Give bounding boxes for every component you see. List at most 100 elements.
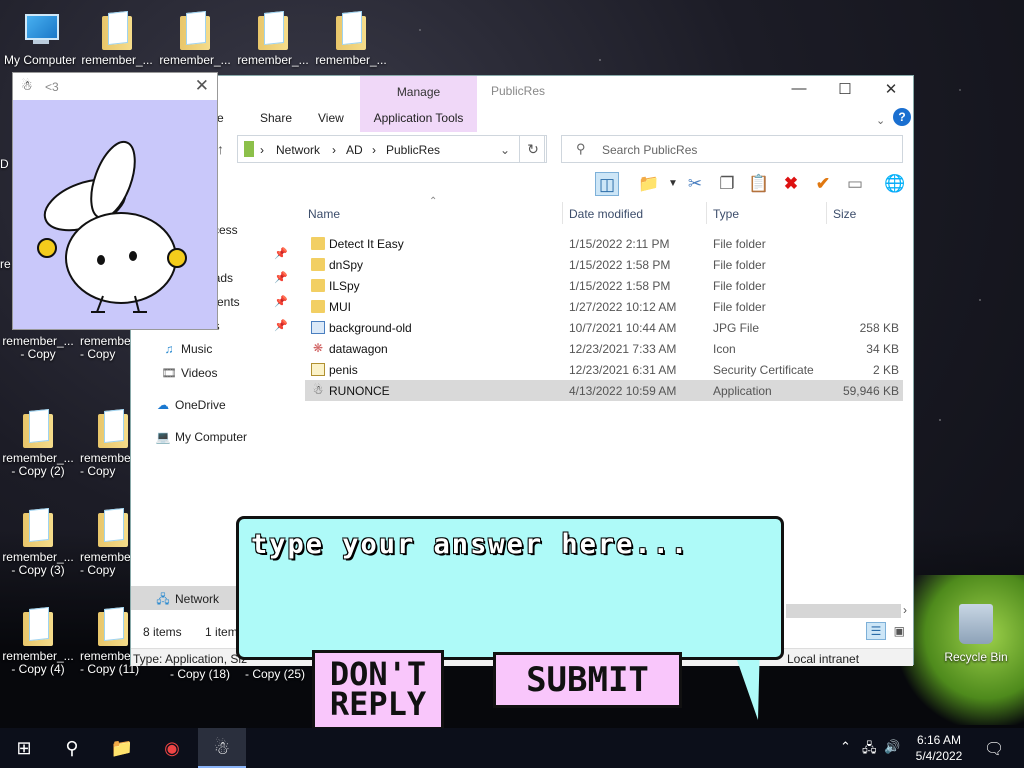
answer-placeholder: type your answer here... [251, 529, 690, 560]
windows-logo-icon: ⊞ [16, 738, 32, 758]
details-view-icon[interactable]: ☰ [866, 622, 886, 640]
system-clock[interactable]: 6:16 AM 5/4/2022 [900, 732, 978, 764]
fragment-label: re [0, 257, 11, 271]
cut-icon[interactable]: ✂ [683, 172, 707, 196]
desktop-icon-label: remember_... [2, 550, 74, 564]
column-divider[interactable] [562, 202, 563, 224]
chevron-down-icon[interactable]: ⌄ [876, 114, 885, 127]
ribbon-tab-manage[interactable]: Manage Application Tools [360, 76, 477, 132]
taskbar-file-explorer[interactable]: 📁 [98, 728, 146, 768]
new-folder-icon[interactable]: 📁 [637, 172, 661, 196]
preview-pane-icon[interactable]: ◫ [595, 172, 619, 196]
file-type: File folder [713, 258, 766, 272]
file-date: 12/23/2021 7:33 AM [569, 342, 677, 356]
file-row[interactable]: ILSpy 1/15/2022 1:58 PM File folder [305, 275, 903, 296]
chevron-up-icon[interactable]: ⌃ [840, 739, 851, 755]
ribbon-tab-view[interactable]: View [318, 111, 344, 125]
ribbon-tab-share[interactable]: Share [260, 111, 292, 125]
search-icon: ⚲ [65, 738, 79, 758]
nav-onedrive[interactable]: ☁ OneDrive [153, 398, 226, 420]
column-header-size[interactable]: Size [833, 207, 856, 221]
desktop-icon-folder[interactable]: remember_... [157, 10, 233, 67]
certificate-icon [311, 363, 325, 376]
search-button[interactable]: ⚲ [48, 728, 96, 768]
column-divider[interactable] [826, 202, 827, 224]
file-row[interactable]: Detect It Easy 1/15/2022 2:11 PM File fo… [305, 233, 903, 254]
clock-date: 5/4/2022 [915, 749, 963, 763]
delete-icon[interactable]: ✖ [779, 172, 803, 196]
file-row[interactable]: MUI 1/27/2022 10:12 AM File folder [305, 296, 903, 317]
file-row[interactable]: ❋ datawagon 12/23/2021 7:33 AM Icon 34 K… [305, 338, 903, 359]
paste-icon[interactable]: 📋 [747, 172, 771, 196]
desktop-icon-folder[interactable]: remember_... - Copy (2) [0, 408, 76, 478]
nav-my-computer[interactable]: 💻 My Computer [153, 430, 248, 452]
desktop-icon-folder[interactable]: - Copy (18) [165, 668, 235, 681]
answer-input-bubble[interactable]: type your answer here... [236, 516, 784, 660]
globe-icon[interactable]: 🌐 [883, 172, 907, 196]
breadcrumb-publicres[interactable]: PublicRes [386, 143, 440, 157]
bunny-titlebar[interactable]: ☃ <3 ✕ [13, 73, 217, 100]
image-file-icon [311, 321, 325, 334]
taskbar: ⊞ ⚲ 📁 ◉ ☃ ⌃ 🖧 🔊 6:16 AM 5/4/2022 🗨 [0, 728, 1024, 768]
help-icon[interactable]: ? [893, 108, 911, 126]
file-size: 258 KB [859, 321, 899, 335]
desktop-icon-folder[interactable]: remember_... [313, 10, 389, 67]
recycle-bin-icon [959, 604, 993, 644]
file-row-selected[interactable]: ☃ RUNONCE 4/13/2022 10:59 AM Application… [305, 380, 903, 401]
start-button[interactable]: ⊞ [0, 728, 48, 768]
volume-icon[interactable]: 🔊 [884, 739, 900, 755]
nav-videos[interactable]: 🎞 Videos [159, 366, 217, 388]
desktop-icon-folder[interactable]: remembe - Copy [80, 335, 131, 361]
address-bar[interactable]: › Network › AD › PublicRes ⌄ [237, 135, 545, 163]
search-input[interactable]: ⚲ Search PublicRes [561, 135, 903, 163]
refresh-button[interactable]: ↻ [519, 135, 547, 163]
dont-reply-button[interactable]: DON'T REPLY [312, 650, 444, 730]
chevron-down-icon[interactable]: ⌄ [500, 143, 510, 157]
desktop-icon-label: remember_... [2, 649, 74, 663]
column-header-type[interactable]: Type [713, 207, 739, 221]
desktop-icon-recycle-bin[interactable]: Recycle Bin [940, 604, 1012, 664]
status-bar: 8 items 1 item [143, 625, 238, 639]
horizontal-scrollbar[interactable] [786, 604, 901, 618]
desktop-icon-folder[interactable]: - Copy (25) [240, 668, 310, 681]
desktop-icon-folder[interactable]: remember_... [79, 10, 155, 67]
desktop-icon-folder[interactable]: remember_... - Copy [0, 335, 76, 361]
submit-button[interactable]: SUBMIT [493, 652, 682, 708]
column-divider[interactable] [706, 202, 707, 224]
column-header-name[interactable]: Name [308, 207, 340, 221]
nav-music[interactable]: ♫ Music [159, 342, 213, 364]
desktop-icon-label: remembe [80, 649, 131, 663]
desktop-icon-folder[interactable]: remember_... - Copy (4) [0, 606, 76, 676]
breadcrumb-ad[interactable]: AD [346, 143, 363, 157]
network-icon[interactable]: 🖧 [862, 739, 877, 761]
chevron-down-icon[interactable]: ▼ [661, 172, 685, 196]
notification-icon[interactable]: 🗨 [984, 739, 1004, 759]
checkmark-icon[interactable]: ✔ [811, 172, 835, 196]
file-row[interactable]: penis 12/23/2021 6:31 AM Security Certif… [305, 359, 903, 380]
rename-icon[interactable]: ▭ [843, 172, 867, 196]
ribbon-tab-application-tools[interactable]: Application Tools [360, 111, 477, 125]
large-icons-view-icon[interactable]: ▣ [889, 623, 909, 641]
copy-icon[interactable]: ❐ [715, 172, 739, 196]
maximize-button[interactable]: ☐ [822, 80, 868, 100]
taskbar-bunny-app[interactable]: ☃ [198, 728, 246, 768]
desktop-icon-folder[interactable]: remember_... [235, 10, 311, 67]
column-header-date-modified[interactable]: Date modified [569, 207, 643, 221]
scroll-right-arrow-icon[interactable]: › [903, 603, 907, 617]
file-name: RUNONCE [329, 384, 390, 398]
desktop-icon-my-computer[interactable]: My Computer [2, 10, 78, 67]
minimize-button[interactable]: — [776, 80, 822, 100]
close-icon[interactable]: ✕ [195, 76, 209, 96]
file-date: 1/15/2022 1:58 PM [569, 279, 671, 293]
desktop-icon-folder[interactable]: remembe - Copy [80, 408, 131, 478]
nav-network[interactable]: 🖧 Network [153, 590, 219, 612]
file-row[interactable]: background-old 10/7/2021 10:44 AM JPG Fi… [305, 317, 903, 338]
breadcrumb-network[interactable]: Network [276, 143, 320, 157]
desktop-icon-folder[interactable]: remember_... - Copy (3) [0, 507, 76, 577]
file-row[interactable]: dnSpy 1/15/2022 1:58 PM File folder [305, 254, 903, 275]
close-button[interactable]: ✕ [868, 80, 914, 100]
taskbar-chrome[interactable]: ◉ [148, 728, 196, 768]
desktop-icon-folder[interactable]: remembe - Copy [80, 507, 131, 577]
up-arrow-icon[interactable]: ↑ [217, 141, 224, 157]
video-icon: 🎞 [161, 366, 177, 380]
